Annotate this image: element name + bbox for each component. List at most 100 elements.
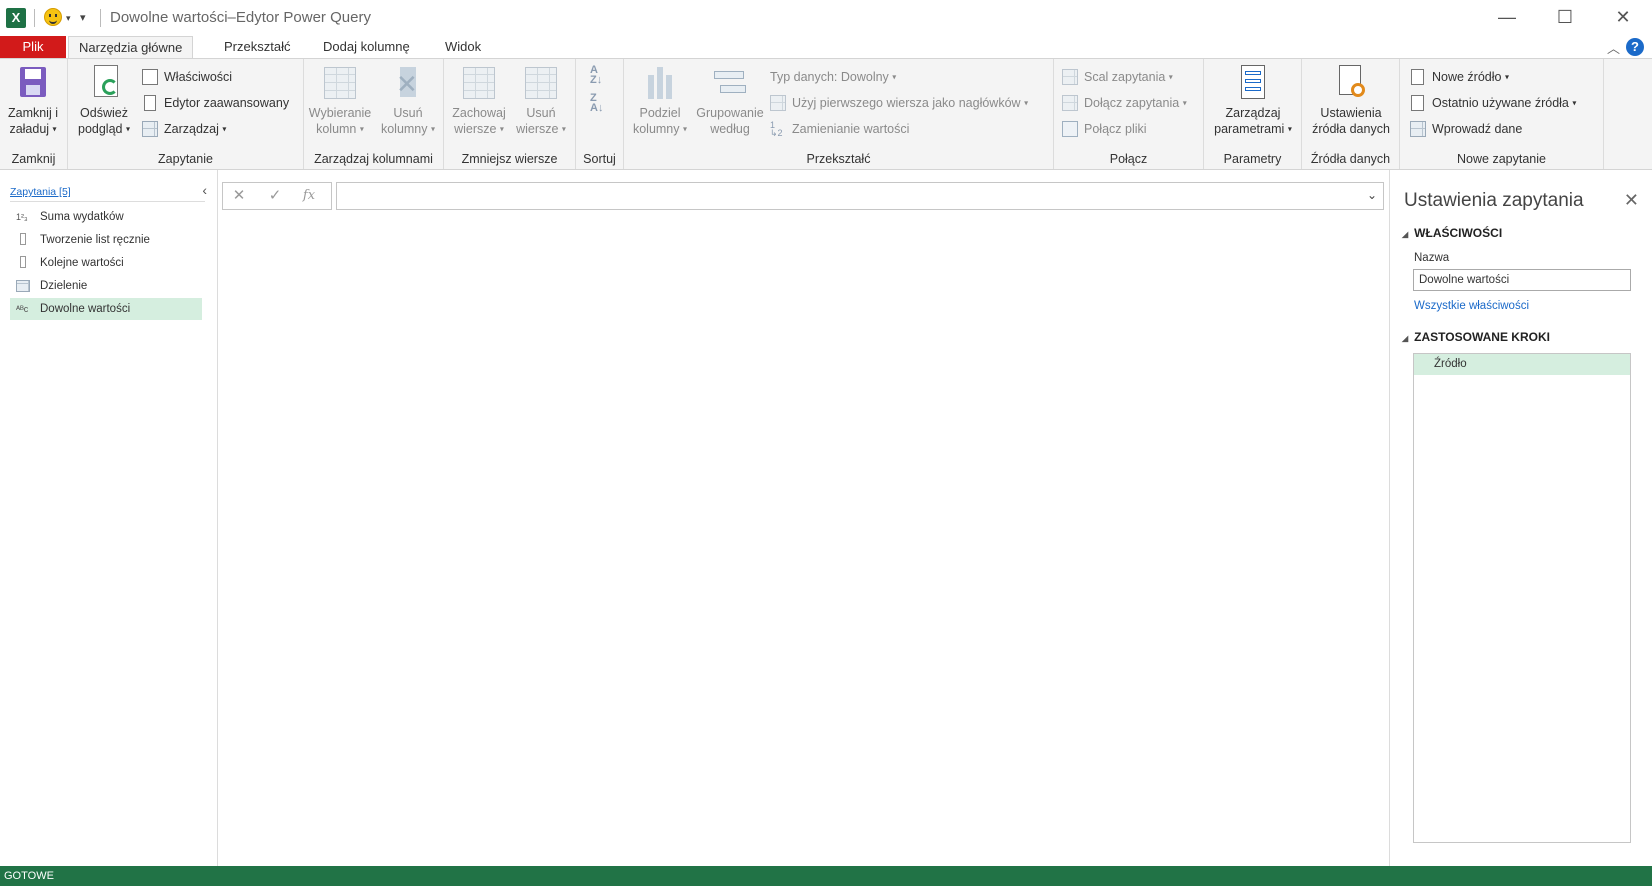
dropdown-arrow-icon: ▾: [499, 124, 504, 134]
group-label-close: Zamknij: [11, 152, 56, 166]
minimize-icon[interactable]: —: [1494, 6, 1520, 28]
group-manage-columns: Wybieranie kolumn ▾ ✕ Usuń kolumny ▾ Zar…: [304, 59, 444, 169]
tab-view[interactable]: Widok: [435, 36, 491, 58]
properties-section[interactable]: ◢ WŁAŚCIWOŚCI: [1402, 226, 1502, 240]
group-label-parameters: Parametry: [1223, 152, 1282, 166]
use-first-row-headers-button[interactable]: Użyj pierwszego wiersza jako nagłówków ▾: [770, 93, 1028, 113]
new-source-icon: [1411, 69, 1424, 85]
data-type-label: Typ danych: Dowolny: [770, 70, 889, 84]
all-properties-link[interactable]: Wszystkie właściwości: [1414, 300, 1529, 312]
group-combine: Scal zapytania ▾ Dołącz zapytania ▾ Połą…: [1054, 59, 1204, 169]
combine-files-button[interactable]: Połącz pliki: [1062, 119, 1147, 139]
group-label-query: Zapytanie: [158, 152, 213, 166]
keep-rows-icon: [461, 63, 497, 103]
group-by-button[interactable]: Grupowanie według: [694, 63, 766, 137]
check-icon[interactable]: ✓: [265, 187, 285, 205]
group-reduce-rows: Zachowaj wiersze ▾ Usuń wiersze ▾ Zmniej…: [444, 59, 576, 169]
close-and-load-button[interactable]: Zamknij i załaduj ▾: [2, 63, 64, 138]
refresh-icon: [86, 63, 122, 103]
formula-input[interactable]: ⌄: [336, 182, 1384, 210]
dropdown-arrow-icon[interactable]: ▾: [1288, 125, 1292, 134]
recent-sources-label: Ostatnio używane źródła: [1432, 96, 1569, 110]
choose-columns-button[interactable]: Wybieranie kolumn ▾: [304, 63, 376, 138]
advanced-editor-button[interactable]: Edytor zaawansowany: [142, 93, 289, 113]
manage-params-label-1: Zarządzaj: [1225, 106, 1281, 120]
new-source-button[interactable]: Nowe źródło ▾: [1410, 67, 1509, 87]
cancel-icon[interactable]: ✕: [229, 187, 249, 205]
properties-button[interactable]: Właściwości: [142, 67, 232, 87]
fx-icon[interactable]: fx: [299, 187, 319, 205]
sort-descending-icon[interactable]: Z A↓: [590, 93, 603, 114]
properties-label: Właściwości: [164, 70, 233, 84]
query-item-selected[interactable]: ᴬᴮc Dowolne wartości: [10, 298, 202, 320]
dropdown-arrow-icon[interactable]: ▾: [1505, 73, 1509, 82]
refresh-label-1: Odśwież: [80, 106, 128, 120]
applied-step[interactable]: Źródło: [1414, 354, 1630, 375]
applied-steps-section[interactable]: ◢ ZASTOSOWANE KROKI: [1402, 330, 1550, 344]
merge-queries-button[interactable]: Scal zapytania ▾: [1062, 67, 1173, 87]
text-type-icon: ᴬᴮc: [16, 304, 29, 314]
data-source-settings-button[interactable]: Ustawienia źródła danych: [1304, 63, 1398, 137]
excel-logo-icon: X: [6, 8, 26, 28]
group-query: Odśwież podgląd ▾ Właściwości Edytor zaa…: [68, 59, 304, 169]
manage-parameters-button[interactable]: Zarządzaj parametrami ▾: [1206, 63, 1300, 138]
query-item[interactable]: Tworzenie list ręcznie: [10, 229, 202, 251]
tab-transform[interactable]: Przekształć: [214, 36, 300, 58]
smiley-feedback-icon[interactable]: [44, 8, 62, 26]
help-icon[interactable]: ?: [1626, 38, 1644, 56]
refresh-preview-button[interactable]: Odśwież podgląd ▾: [72, 63, 136, 138]
query-item-label: Dowolne wartości: [40, 303, 131, 315]
close-window-icon[interactable]: ✕: [1610, 6, 1636, 28]
query-item[interactable]: 1²₃ Suma wydatków: [10, 206, 202, 228]
remove-rows-label-1: Usuń: [526, 106, 556, 120]
split-columns-button[interactable]: Podziel kolumny ▾: [628, 63, 692, 138]
append-icon: [1062, 95, 1078, 111]
query-item-label: Kolejne wartości: [40, 257, 124, 269]
table-icon: [1410, 121, 1426, 137]
replace-values-button[interactable]: 1 ↳2 Zamienianie wartości: [770, 119, 909, 139]
maximize-icon[interactable]: ☐: [1552, 6, 1578, 28]
dropdown-arrow-icon[interactable]: ▾: [222, 125, 226, 134]
sort-ascending-icon[interactable]: A Z↓: [590, 65, 602, 86]
dropdown-arrow-icon: ▾: [359, 124, 364, 134]
chevron-down-icon[interactable]: ▾: [66, 13, 71, 24]
queries-header[interactable]: Zapytania [5]: [10, 186, 71, 198]
table-icon: [770, 95, 786, 111]
queries-pane: Zapytania [5] ‹ 1²₃ Suma wydatków Tworze…: [0, 170, 218, 866]
enter-data-button[interactable]: Wprowadź dane: [1410, 119, 1522, 139]
tab-file[interactable]: Plik: [0, 36, 66, 58]
dropdown-arrow-icon[interactable]: ▾: [1572, 99, 1576, 108]
table-icon: [142, 121, 158, 137]
dropdown-arrow-icon[interactable]: ▾: [126, 125, 130, 134]
collapse-pane-icon[interactable]: ‹: [202, 182, 207, 198]
recent-sources-icon: [1411, 95, 1424, 111]
remove-rows-button[interactable]: Usuń wiersze ▾: [510, 63, 572, 138]
keep-rows-label-1: Zachowaj: [452, 106, 506, 120]
dropdown-arrow-icon[interactable]: ▾: [53, 125, 57, 134]
data-source-label-2: źródła danych: [1312, 122, 1390, 136]
dropdown-arrow-icon: ▾: [1168, 72, 1173, 82]
query-item[interactable]: Dzielenie: [10, 275, 202, 297]
append-queries-button[interactable]: Dołącz zapytania ▾: [1062, 93, 1187, 113]
keep-rows-button[interactable]: Zachowaj wiersze ▾: [448, 63, 510, 138]
tab-add-column[interactable]: Dodaj kolumnę: [313, 36, 420, 58]
data-type-dropdown[interactable]: Typ danych: Dowolny ▾: [770, 67, 896, 87]
customize-qat-icon[interactable]: ▾: [80, 11, 86, 24]
tab-home[interactable]: Narzędzia główne: [68, 36, 194, 60]
query-item-label: Dzielenie: [40, 280, 88, 292]
close-icon[interactable]: ✕: [1624, 190, 1639, 211]
remove-columns-button[interactable]: ✕ Usuń kolumny ▾: [376, 63, 440, 138]
number-type-icon: 1²₃: [16, 212, 28, 222]
group-label-data-sources: Źródła danych: [1310, 152, 1391, 166]
group-by-icon: [712, 63, 748, 103]
close-load-label-2: załaduj: [9, 122, 50, 136]
recent-sources-button[interactable]: Ostatnio używane źródła ▾: [1410, 93, 1576, 113]
group-label-reduce-rows: Zmniejsz wiersze: [461, 152, 558, 166]
divider: [100, 9, 101, 27]
collapse-ribbon-icon[interactable]: ︿: [1607, 38, 1620, 57]
manage-label: Zarządzaj: [164, 122, 219, 136]
chevron-down-icon[interactable]: ⌄: [1367, 188, 1377, 202]
query-item[interactable]: Kolejne wartości: [10, 252, 202, 274]
query-name-input[interactable]: Dowolne wartości: [1413, 269, 1631, 291]
manage-button[interactable]: Zarządzaj ▾: [142, 119, 226, 139]
